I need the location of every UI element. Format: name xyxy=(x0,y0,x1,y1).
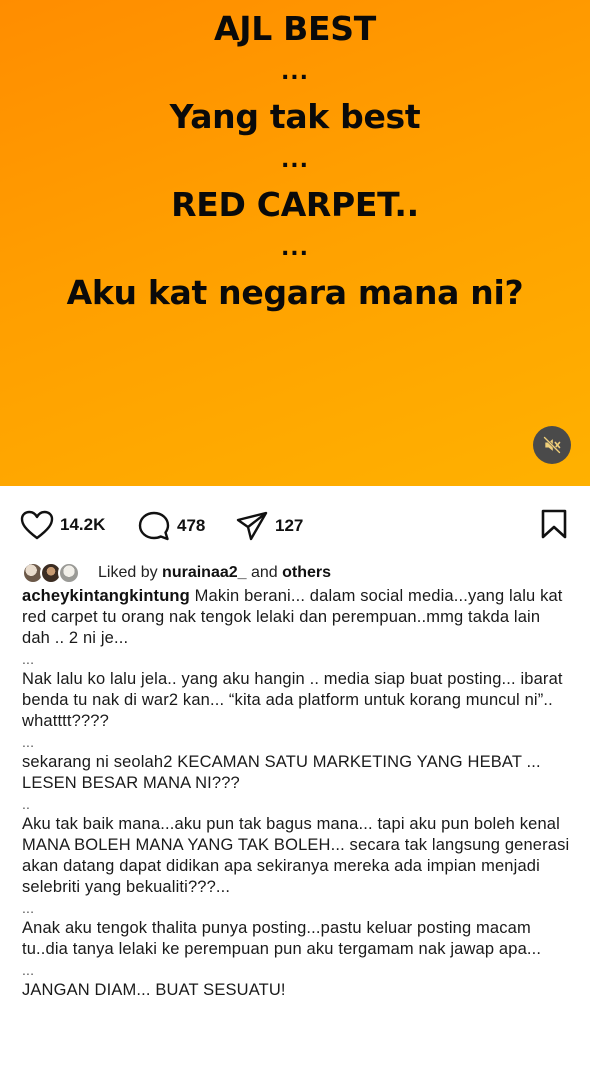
caption-paragraph: sekarang ni seolah2 KECAMAN SATU MARKETI… xyxy=(22,753,541,792)
liked-by-text: Liked by nurainaa2_ and others xyxy=(98,564,331,582)
avatar xyxy=(58,562,80,584)
share-count: 127 xyxy=(275,516,304,535)
liked-by-and: and xyxy=(246,564,283,581)
save-button[interactable] xyxy=(539,508,569,545)
post-text-overlay: AJL BEST ... Yang tak best ... RED CARPE… xyxy=(0,4,590,318)
heart-icon xyxy=(20,510,54,540)
speaker-muted-icon xyxy=(543,436,561,454)
paper-plane-icon xyxy=(236,511,268,541)
media-line-ellipsis: ... xyxy=(280,148,310,173)
caption-paragraph: acheykintangkintung Makin berani... dala… xyxy=(22,586,570,649)
caption-paragraph: JANGAN DIAM... BUAT SESUATU! xyxy=(22,981,286,999)
liked-by-user-link[interactable]: nurainaa2_ xyxy=(162,564,246,581)
caption-separator: ... xyxy=(22,962,35,978)
post-action-bar: 14.2K 478 127 xyxy=(0,486,590,560)
media-line-ellipsis: ... xyxy=(280,60,310,85)
like-button[interactable]: 14.2K xyxy=(20,510,105,540)
caption-username[interactable]: acheykintangkintung xyxy=(22,587,190,605)
caption-paragraph: Nak lalu ko lalu jela.. yang aku hangin … xyxy=(22,670,563,730)
caption-separator: ... xyxy=(22,900,35,916)
media-line-title: AJL BEST xyxy=(214,9,376,48)
caption-separator: ... xyxy=(22,651,35,667)
media-line-red-carpet: RED CARPET.. xyxy=(171,185,419,224)
like-count: 14.2K xyxy=(60,515,106,534)
media-line-subtitle: Yang tak best xyxy=(169,97,421,136)
caption-paragraph: Aku tak baik mana...aku pun tak bagus ma… xyxy=(22,815,570,896)
liker-avatars xyxy=(22,562,94,584)
comment-bubble-icon xyxy=(138,511,170,541)
liked-by-others-link[interactable]: others xyxy=(282,564,331,581)
bookmark-icon xyxy=(541,509,567,539)
liked-by-prefix: Liked by xyxy=(98,564,163,581)
caption-separator: ... xyxy=(22,734,35,750)
liked-by-row[interactable]: Liked by nurainaa2_ and others xyxy=(22,562,331,584)
comment-button[interactable]: 478 xyxy=(137,510,205,542)
comment-count: 478 xyxy=(177,516,206,535)
caption-paragraph: Anak aku tengok thalita punya posting...… xyxy=(22,919,542,958)
share-button[interactable]: 127 xyxy=(235,510,303,542)
media-line-ellipsis: ... xyxy=(280,236,310,261)
mute-button[interactable] xyxy=(533,426,571,464)
media-line-question: Aku kat negara mana ni? xyxy=(66,273,524,312)
post-caption: acheykintangkintung Makin berani... dala… xyxy=(22,586,570,1001)
post-media[interactable]: AJL BEST ... Yang tak best ... RED CARPE… xyxy=(0,0,590,486)
caption-separator: .. xyxy=(22,796,31,812)
